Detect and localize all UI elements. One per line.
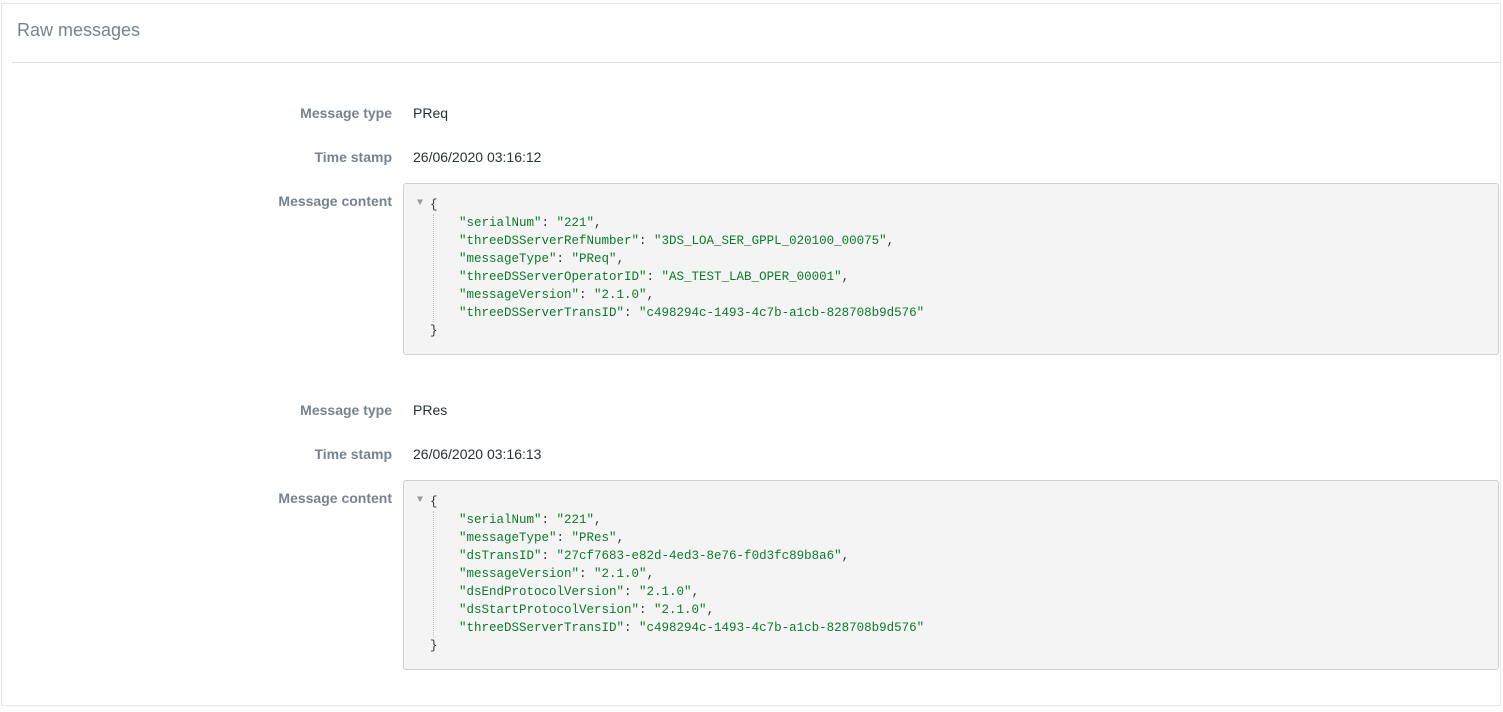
message-content-label: Message content: [278, 193, 392, 209]
json-value: "PRes": [571, 531, 617, 545]
json-field-line: "serialNum": "221",: [459, 513, 602, 527]
json-key: "messageVersion": [459, 567, 580, 581]
message-content-json[interactable]: ▼ { "serialNum": "221", "messageType": "…: [403, 480, 1499, 670]
json-open-brace: {: [430, 198, 438, 212]
json-open-brace: {: [430, 495, 438, 509]
json-field-line: "dsEndProtocolVersion": "2.1.0",: [459, 585, 700, 599]
json-close-brace: }: [430, 324, 438, 338]
json-key: "dsStartProtocolVersion": [459, 603, 640, 617]
json-value: "3DS_LOA_SER_GPPL_020100_00075": [654, 234, 887, 248]
json-value: "2.1.0": [639, 585, 692, 599]
timestamp-label: Time stamp: [314, 446, 392, 462]
collapse-triangle-icon[interactable]: ▼: [417, 198, 423, 209]
indent-guide: [433, 511, 434, 637]
json-field-line: "messageType": "PRes",: [459, 531, 625, 545]
json-value: "2.1.0": [654, 603, 707, 617]
collapse-triangle-icon[interactable]: ▼: [417, 495, 423, 506]
timestamp-label: Time stamp: [314, 149, 392, 165]
json-field-line: "threeDSServerOperatorID": "AS_TEST_LAB_…: [459, 270, 850, 284]
json-key: "threeDSServerOperatorID": [459, 270, 647, 284]
json-field-line: "dsStartProtocolVersion": "2.1.0",: [459, 603, 715, 617]
json-value: "PReq": [571, 252, 617, 266]
json-close-brace: }: [430, 639, 438, 653]
json-field-line: "threeDSServerTransID": "c498294c-1493-4…: [459, 621, 925, 635]
json-field-line: "dsTransID": "27cf7683-e82d-4ed3-8e76-f0…: [459, 549, 850, 563]
panel-title: Raw messages: [17, 20, 141, 40]
json-value: "221": [556, 513, 595, 527]
json-value: "AS_TEST_LAB_OPER_00001": [661, 270, 842, 284]
json-value: "2.1.0": [594, 567, 647, 581]
json-key: "serialNum": [459, 513, 542, 527]
json-key: "threeDSServerRefNumber": [459, 234, 640, 248]
panel-divider: [12, 62, 1502, 63]
timestamp-value: 26/06/2020 03:16:13: [413, 446, 542, 462]
json-value: "c498294c-1493-4c7b-a1cb-828708b9d576": [639, 306, 925, 320]
json-field-line: "threeDSServerRefNumber": "3DS_LOA_SER_G…: [459, 234, 895, 248]
message-type-label: Message type: [300, 105, 392, 121]
json-field-line: "serialNum": "221",: [459, 216, 602, 230]
indent-guide: [433, 214, 434, 322]
json-field-line: "messageType": "PReq",: [459, 252, 625, 266]
timestamp-value: 26/06/2020 03:16:12: [413, 149, 542, 165]
json-value: "221": [556, 216, 595, 230]
json-key: "dsEndProtocolVersion": [459, 585, 625, 599]
json-key: "dsTransID": [459, 549, 542, 563]
json-value: "27cf7683-e82d-4ed3-8e76-f0d3fc89b8a6": [556, 549, 842, 563]
message-content-label: Message content: [278, 490, 392, 506]
message-type-value: PReq: [413, 105, 449, 121]
json-value: "c498294c-1493-4c7b-a1cb-828708b9d576": [639, 621, 925, 635]
json-key: "messageType": [459, 531, 557, 545]
json-value: "2.1.0": [594, 288, 647, 302]
message-type-value: PRes: [413, 402, 448, 418]
json-field-line: "threeDSServerTransID": "c498294c-1493-4…: [459, 306, 925, 320]
json-key: "threeDSServerTransID": [459, 621, 625, 635]
json-key: "messageType": [459, 252, 557, 266]
json-key: "serialNum": [459, 216, 542, 230]
json-field-line: "messageVersion": "2.1.0",: [459, 288, 655, 302]
json-field-line: "messageVersion": "2.1.0",: [459, 567, 655, 581]
raw-messages-panel: Raw messages Message type PReq Time stam…: [1, 3, 1502, 706]
message-content-json[interactable]: ▼ { "serialNum": "221", "threeDSServerRe…: [403, 183, 1499, 355]
message-type-label: Message type: [300, 402, 392, 418]
json-key: "messageVersion": [459, 288, 580, 302]
json-key: "threeDSServerTransID": [459, 306, 625, 320]
